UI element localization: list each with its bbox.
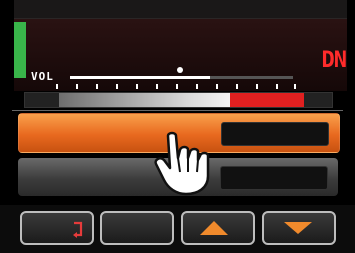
level-strip-red [230,93,304,107]
scale-tick [136,84,138,89]
level-strip-gray [59,93,249,107]
up-arrow-icon [200,221,228,235]
signal-meter-panel [14,19,347,91]
scale-tick [216,84,218,89]
volume-slider-track[interactable] [70,76,210,79]
divider [12,110,343,111]
scale-tick [156,84,158,89]
volume-slider-knob[interactable] [177,67,183,73]
scale-tick [96,84,98,89]
scale-tick [256,84,258,89]
radio-display: DN VOL [0,0,355,253]
back-arrow-icon [73,221,83,238]
scale-tick [196,84,198,89]
scale-tick [116,84,118,89]
level-strip [24,92,333,108]
touch-hand-icon [154,131,210,196]
scale-tick [76,84,78,89]
volume-label: VOL [31,70,54,83]
scale-tick [236,84,238,89]
signal-level-bar [14,22,26,78]
scale-tick [276,84,278,89]
volume-slider-track-empty [210,76,293,79]
value-field [220,166,328,190]
selected-value-field [221,122,329,146]
scale-tick [294,84,296,89]
scale-ticks [56,84,296,90]
down-arrow-icon [284,222,312,234]
blank-softkey[interactable] [100,211,174,245]
top-bar [14,0,347,19]
scale-tick [176,84,178,89]
scale-tick [56,84,58,89]
dn-indicator: DN [321,48,347,73]
